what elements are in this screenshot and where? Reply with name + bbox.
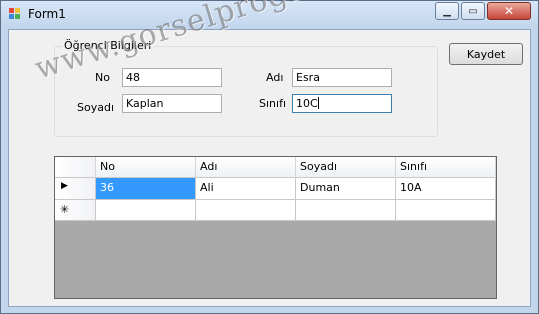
students-datagrid[interactable]: No Adı Soyadı Sınıfı ▶ 36 Ali Duman 10A … — [54, 156, 497, 299]
adi-label: Adı — [266, 71, 284, 84]
new-row-asterisk-icon: ✳ — [60, 203, 70, 216]
groupbox-title: Öğrenci Bilgileri — [62, 39, 154, 52]
soyadi-input-value: Kaplan — [126, 97, 164, 110]
adi-input[interactable]: Esra — [292, 68, 392, 87]
column-header-no[interactable]: No — [96, 157, 196, 178]
no-input[interactable]: 48 — [122, 68, 222, 87]
table-cell[interactable]: Ali — [196, 178, 296, 200]
maximize-icon: ▭ — [468, 5, 478, 17]
close-button[interactable]: ✕ — [487, 2, 531, 20]
soyadi-input[interactable]: Kaplan — [122, 94, 222, 113]
table-cell[interactable]: Duman — [296, 178, 396, 200]
sinifi-label: Sınıfı — [259, 97, 286, 110]
adi-input-value: Esra — [296, 71, 320, 84]
maximize-button[interactable]: ▭ — [461, 2, 485, 20]
minimize-button[interactable]: ▁ — [435, 2, 459, 20]
title-bar[interactable]: Form1 ▁ ▭ ✕ — [1, 1, 538, 29]
table-cell[interactable]: 36 — [96, 178, 196, 200]
current-row-arrow-icon: ▶ — [61, 181, 68, 191]
soyadi-label: Soyadı — [77, 101, 115, 114]
new-row-cell[interactable] — [296, 200, 396, 221]
row-header-new[interactable]: ✳ — [55, 200, 96, 221]
row-header-current[interactable]: ▶ — [55, 178, 96, 200]
column-header-soyadi[interactable]: Soyadı — [296, 157, 396, 178]
text-caret — [317, 97, 319, 109]
sinifi-input-value: 10C — [296, 97, 318, 110]
column-header-adi[interactable]: Adı — [196, 157, 296, 178]
sinifi-input[interactable]: 10C — [292, 94, 392, 113]
student-info-groupbox: Öğrenci Bilgileri No 48 Soyadı Kaplan Ad… — [54, 39, 438, 137]
column-header-sinifi[interactable]: Sınıfı — [396, 157, 496, 178]
save-button[interactable]: Kaydet — [449, 43, 523, 65]
close-icon: ✕ — [503, 4, 515, 18]
no-label: No — [95, 71, 110, 84]
app-icon — [9, 8, 21, 20]
table-cell[interactable]: 10A — [396, 178, 496, 200]
new-row-cell[interactable] — [196, 200, 296, 221]
grid-corner-header[interactable] — [55, 157, 96, 178]
no-input-value: 48 — [126, 71, 140, 84]
new-row-cell[interactable] — [396, 200, 496, 221]
new-row-cell[interactable] — [96, 200, 196, 221]
form-window: Form1 ▁ ▭ ✕ Öğrenci Bilgileri No 48 Soya… — [0, 0, 539, 314]
window-title: Form1 — [28, 7, 66, 21]
minimize-icon: ▁ — [443, 5, 451, 17]
form-client-area: Öğrenci Bilgileri No 48 Soyadı Kaplan Ad… — [8, 29, 531, 307]
